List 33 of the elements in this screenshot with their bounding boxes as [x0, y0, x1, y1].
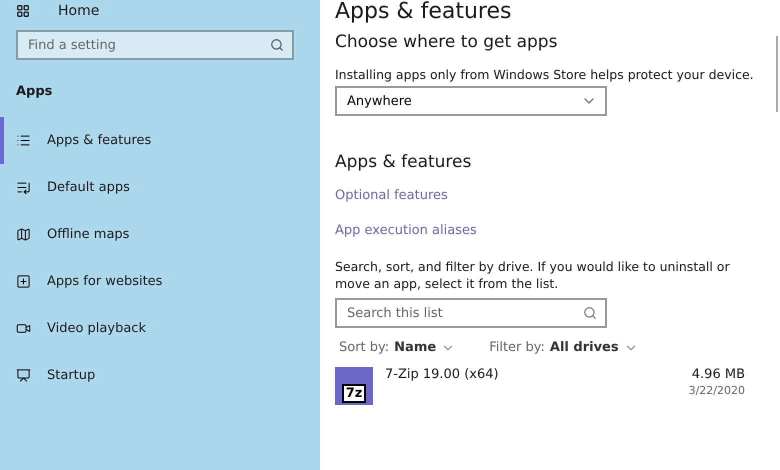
section-heading: Apps [16, 84, 52, 99]
description-text: Search, sort, and filter by drive. If you would like to uninstall or move an app, select it from the list. [335, 258, 731, 292]
list-arrow-icon [16, 180, 31, 195]
map-icon [16, 227, 31, 242]
nav-item[interactable]: Offline maps [0, 211, 320, 258]
description-text: Installing apps only from Windows Store helps protect your device. [335, 66, 755, 83]
settings-link[interactable]: App execution aliases [335, 223, 477, 238]
source-dropdown[interactable]: Anywhere [335, 86, 607, 116]
nav-item[interactable]: Default apps [0, 164, 320, 211]
home-link[interactable]: Home [58, 3, 100, 19]
app-size: 4.96 MB [692, 367, 745, 382]
search-icon[interactable] [270, 38, 284, 52]
app-icon: 7z [335, 367, 373, 405]
filter-dropdown[interactable]: Filter by: All drives [489, 340, 638, 355]
page-title: Apps & features [335, 0, 512, 24]
scrollbar[interactable] [776, 36, 778, 112]
home-icon[interactable] [16, 4, 30, 18]
presentation-icon [16, 368, 31, 383]
app-name[interactable]: 7-Zip 19.00 (x64) [385, 367, 677, 405]
section-heading: Choose where to get apps [335, 32, 558, 52]
nav-item[interactable]: Video playback [0, 305, 320, 352]
search-list-field[interactable]: Search this list [335, 298, 607, 328]
nav-item[interactable]: Apps for websites [0, 258, 320, 305]
section-heading: Apps & features [335, 152, 472, 172]
search-icon[interactable] [583, 306, 597, 320]
plus-square-icon [16, 274, 31, 289]
find-setting-field[interactable]: Find a setting [16, 30, 294, 60]
nav-item[interactable]: Startup [0, 352, 320, 399]
app-date: 3/22/2020 [688, 384, 745, 397]
nav-item[interactable]: Apps & features [0, 117, 320, 164]
list-icon [16, 133, 31, 148]
sort-dropdown[interactable]: Sort by: Name [339, 340, 456, 355]
settings-link[interactable]: Optional features [335, 188, 448, 203]
